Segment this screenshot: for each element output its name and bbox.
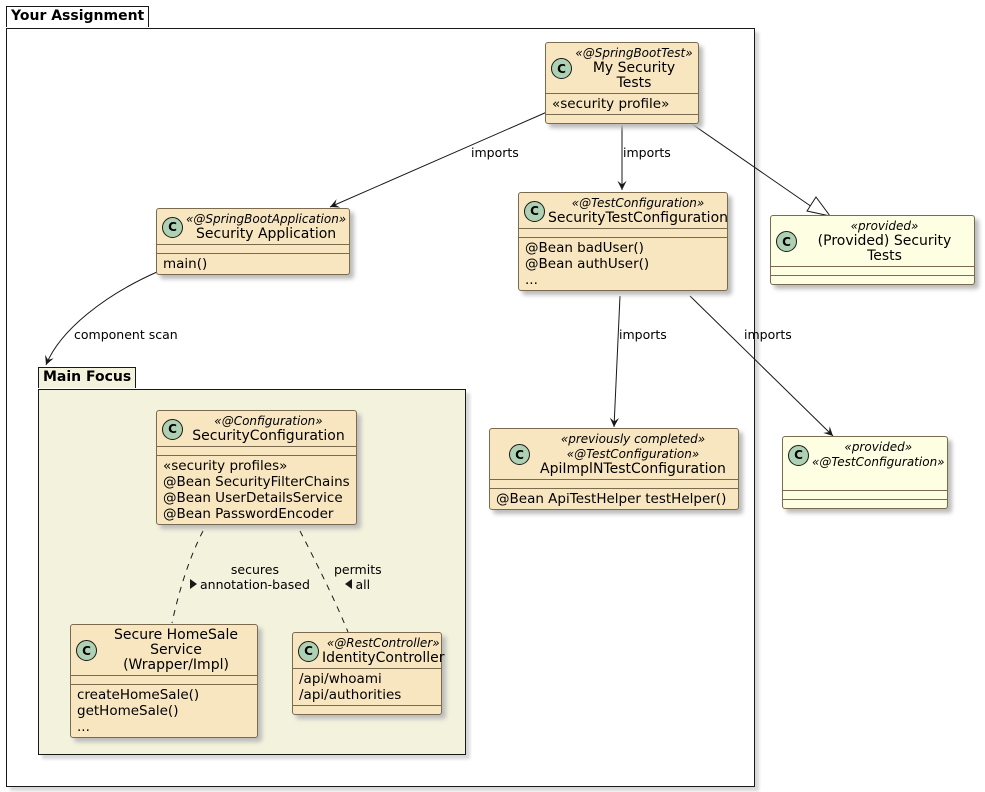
label-permits-line1: permits <box>334 562 382 577</box>
edge-testconfig-imports-apiimpl <box>609 295 621 428</box>
class-fields: «security profile» <box>546 93 698 114</box>
stereotype-previously-completed: «previously completed» <box>560 432 706 446</box>
edge-app-component-scan <box>45 271 158 366</box>
class-name-line1: Secure HomeSale <box>114 627 238 643</box>
class-methods <box>771 275 974 284</box>
method: main() <box>163 256 208 272</box>
field: /api/authorities <box>299 687 402 703</box>
label-permits: permits all <box>334 562 382 592</box>
class-name: My Security Tests <box>592 60 676 91</box>
stereotype: «provided» <box>850 219 919 233</box>
class-apiimpln-test-configuration[interactable]: C «previously completed» «@TestConfigura… <box>489 428 739 510</box>
label-permits-line2: all <box>355 577 371 592</box>
class-methods: @Bean badUser() @Bean authUser() ... <box>519 237 727 290</box>
class-icon: C <box>788 444 809 466</box>
stereotype-test-configuration: «@TestConfiguration» <box>812 455 945 469</box>
class-icon: C <box>776 231 797 252</box>
method: «security profiles» <box>163 458 288 474</box>
field: «security profile» <box>552 96 670 112</box>
label-secures: secures annotation-based <box>200 562 310 592</box>
class-name-line2: Service (Wrapper/Impl) <box>123 642 229 673</box>
class-name: SecurityTestConfiguration <box>548 210 729 226</box>
class-name: (Provided) Security Tests <box>817 233 952 264</box>
method: ... <box>77 719 90 735</box>
class-security-test-configuration[interactable]: C «@TestConfiguration» SecurityTestConfi… <box>518 192 728 291</box>
stereotype: «@SpringBootTest» <box>575 46 693 60</box>
label-testconfig-imports-apiimpl: imports <box>619 327 667 342</box>
class-secure-homesale-service[interactable]: C Secure HomeSale Service (Wrapper/Impl)… <box>70 624 258 738</box>
class-methods: createHomeSale() getHomeSale() ... <box>71 684 257 737</box>
class-fields <box>771 266 974 275</box>
edge-secures <box>171 530 204 624</box>
class-methods: @Bean ApiTestHelper testHelper() <box>490 488 738 509</box>
stereotype: «@SpringBootApplication» <box>186 212 347 226</box>
method: createHomeSale() <box>77 687 200 703</box>
stereotype: «@Configuration» <box>214 414 323 428</box>
class-identity-controller[interactable]: C «@RestController» IdentityController /… <box>292 632 445 715</box>
label-tests-imports-app: imports <box>471 145 519 160</box>
class-fields <box>490 479 738 488</box>
edge-testconfig-imports-provided <box>689 295 834 437</box>
class-security-application[interactable]: C «@SpringBootApplication» Security Appl… <box>156 208 350 275</box>
method: @Bean ApiTestHelper testHelper() <box>496 491 727 507</box>
method: @Bean authUser() <box>525 256 650 272</box>
class-icon: C <box>298 640 319 662</box>
label-tests-imports-testconfig: imports <box>623 145 671 160</box>
class-icon: C <box>509 444 530 465</box>
class-icon: C <box>162 216 183 238</box>
label-secures-line1: secures <box>230 562 279 577</box>
class-icon: C <box>551 58 572 79</box>
class-name: ApiImplNTestConfiguration <box>540 461 726 477</box>
class-methods <box>293 705 441 714</box>
label-testconfig-imports-provided: imports <box>744 327 792 342</box>
generalization-arrowhead <box>806 196 832 217</box>
method: @Bean PasswordEncoder <box>163 506 334 522</box>
class-fields <box>71 675 257 684</box>
class-name: Security Application <box>196 226 337 242</box>
method: @Bean SecurityFilterChains <box>163 474 350 490</box>
label-secures-line2: annotation-based <box>200 577 310 592</box>
class-name: SecurityConfiguration <box>192 428 345 444</box>
class-my-security-tests[interactable]: C «@SpringBootTest» My Security Tests «s… <box>545 42 699 124</box>
method: getHomeSale() <box>77 703 179 719</box>
method: @Bean UserDetailsService <box>163 490 343 506</box>
class-fields <box>157 446 356 455</box>
stereotype: «@TestConfiguration» <box>571 196 705 210</box>
class-security-configuration[interactable]: C «@Configuration» SecurityConfiguration… <box>156 410 357 525</box>
stereotype-test-configuration: «@TestConfiguration» <box>566 447 700 461</box>
class-methods <box>546 114 698 123</box>
secures-direction-icon <box>190 579 197 589</box>
field: /api/whoami <box>299 671 382 687</box>
method: ... <box>525 272 538 288</box>
stereotype: «@RestController» <box>326 636 440 650</box>
method: @Bean badUser() <box>525 240 644 256</box>
class-provided-security-tests[interactable]: C «provided» (Provided) Security Tests <box>770 215 975 285</box>
class-icon: C <box>162 418 183 440</box>
class-name: IdentityController <box>322 650 445 666</box>
stereotype-provided: «provided» <box>844 440 913 454</box>
class-icon: C <box>524 200 545 222</box>
class-provided-test-configuration[interactable]: C «provided» «@TestConfiguration» <box>782 436 948 509</box>
class-methods: «security profiles» @Bean SecurityFilter… <box>157 455 356 524</box>
label-component-scan: component scan <box>74 327 178 342</box>
class-fields <box>519 228 727 237</box>
class-fields: /api/whoami /api/authorities <box>293 668 441 705</box>
class-fields <box>157 244 349 253</box>
class-fields <box>783 490 947 499</box>
class-methods <box>783 499 947 508</box>
class-icon: C <box>76 640 97 661</box>
class-methods: main() <box>157 253 349 274</box>
